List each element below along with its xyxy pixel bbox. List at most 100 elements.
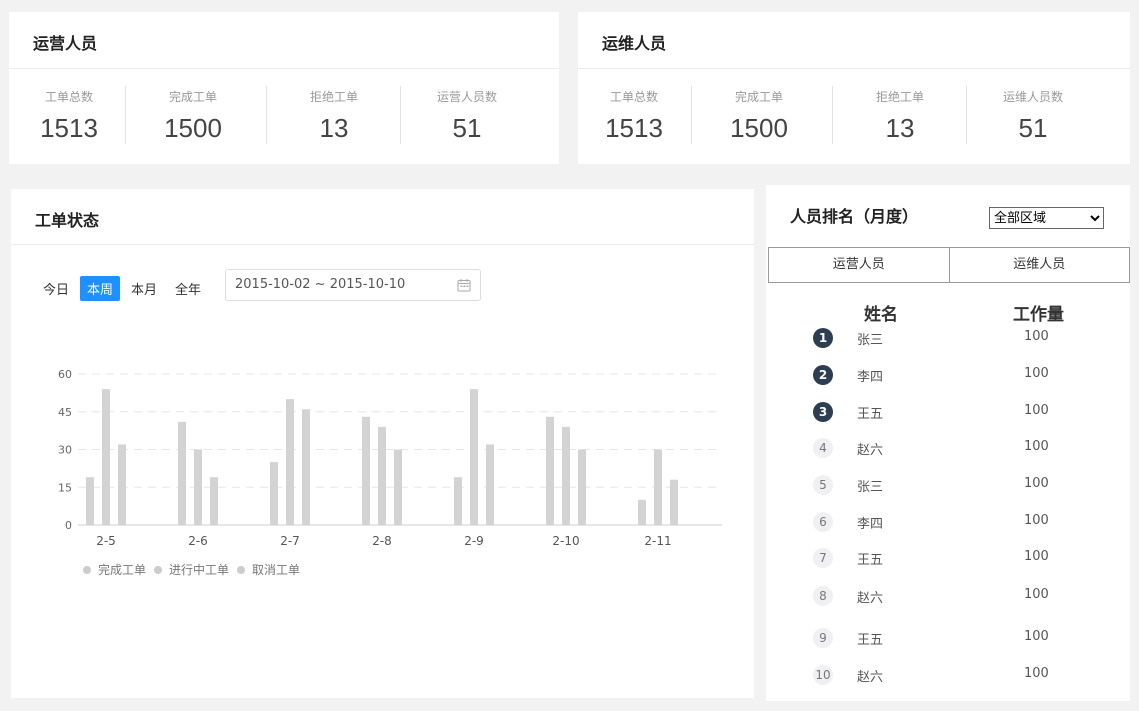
col-header-name: 姓名 <box>864 305 898 325</box>
staff-name: 张三 <box>857 480 884 495</box>
stat-label: 拒绝工单 <box>875 90 924 104</box>
stat-value: 1500 <box>164 113 222 143</box>
calendar-icon <box>457 279 471 292</box>
maint-summary-card: 运维人员 工单总数 1513 完成工单 1500 拒绝工单 13 运维人员数 5… <box>578 12 1130 164</box>
ranking-row: 8 赵六 100 <box>766 584 1138 608</box>
legend-item[interactable]: 取消工单 <box>237 561 300 578</box>
stat-label: 运维人员数 <box>1002 90 1063 104</box>
bar[interactable] <box>270 462 278 525</box>
region-select[interactable]: 全部区域 <box>989 207 1104 229</box>
date-range-picker[interactable]: 2015-10-02 ~ 2015-10-10 <box>225 269 481 301</box>
ranking-row: 3 王五 100 <box>766 400 1138 424</box>
stat-label: 工单总数 <box>44 90 93 104</box>
stat-label: 运营人员数 <box>436 90 497 104</box>
filter-today[interactable]: 今日 <box>36 276 76 301</box>
stat-divider <box>691 86 692 144</box>
legend-dot <box>154 565 163 574</box>
ticket-status-bar-chart: 0 15 30 45 60 2-5 2-6 2-7 2-8 2-9 2-10 2-11 <box>58 368 722 548</box>
tab-maint-staff[interactable]: 运维人员 <box>949 247 1130 283</box>
x-tick-label: 2-5 <box>96 534 116 548</box>
ops-card-divider <box>9 68 559 69</box>
bar[interactable] <box>118 444 126 525</box>
legend-item[interactable]: 进行中工单 <box>154 561 229 578</box>
rank-badge: 10 <box>813 665 833 685</box>
y-tick-label: 15 <box>58 481 72 494</box>
y-tick-label: 30 <box>58 444 72 457</box>
bar[interactable] <box>286 399 294 525</box>
legend-dot <box>83 565 91 574</box>
bar[interactable] <box>486 444 494 525</box>
bar[interactable] <box>86 477 94 525</box>
maint-stat-people: 运维人员数 51 <box>983 82 1083 148</box>
bar[interactable] <box>454 477 462 525</box>
ranking-row: 2 李四 100 <box>766 363 1138 387</box>
ops-stat-total: 工单总数 1513 <box>19 82 119 148</box>
stat-label: 完成工单 <box>734 90 783 104</box>
stat-label: 工单总数 <box>609 90 658 104</box>
bar[interactable] <box>578 449 586 526</box>
staff-name: 王五 <box>857 633 884 648</box>
date-range-value: 2015-10-02 ~ 2015-10-10 <box>235 277 406 292</box>
filter-this-week[interactable]: 本周 <box>80 275 121 301</box>
bar[interactable] <box>194 449 202 526</box>
bar[interactable] <box>670 479 678 525</box>
legend-label: 取消工单 <box>252 563 301 577</box>
bar[interactable] <box>470 389 478 525</box>
ops-card-title: 运营人员 <box>33 34 98 53</box>
ops-stat-rejected: 拒绝工单 13 <box>284 82 384 148</box>
workload-value: 100 <box>1024 439 1049 454</box>
workload-value: 100 <box>1024 666 1049 681</box>
chart-legend: 完成工单 进行中工单 取消工单 <box>83 561 308 578</box>
workload-value: 100 <box>1024 329 1049 344</box>
ranking-row: 1 张三 100 <box>766 326 1138 350</box>
x-tick-label: 2-9 <box>464 534 484 548</box>
ranking-title: 人员排名（月度） <box>790 207 919 226</box>
rank-badge: 4 <box>813 438 833 458</box>
bar[interactable] <box>362 416 370 525</box>
y-tick-label: 60 <box>58 368 72 381</box>
stat-divider <box>832 86 833 144</box>
maint-card-divider <box>578 68 1130 69</box>
bar[interactable] <box>378 426 386 525</box>
ops-stat-people: 运营人员数 51 <box>417 82 517 148</box>
rank-badge: 8 <box>813 586 833 606</box>
bar[interactable] <box>210 477 218 525</box>
staff-name: 王五 <box>857 553 884 568</box>
rank-badge: 3 <box>813 402 833 422</box>
workload-value: 100 <box>1024 549 1049 564</box>
ops-stats: 工单总数 1513 完成工单 1500 拒绝工单 13 运营人员数 51 <box>9 82 559 160</box>
bar[interactable] <box>102 389 110 525</box>
bar[interactable] <box>394 449 402 526</box>
bar[interactable] <box>638 499 646 525</box>
bar[interactable] <box>562 426 570 525</box>
ops-summary-card: 运营人员 工单总数 1513 完成工单 1500 拒绝工单 13 运营人员数 5… <box>9 12 559 164</box>
filter-full-year[interactable]: 全年 <box>168 276 208 301</box>
staff-ranking-card: 人员排名（月度） 全部区域 运营人员 运维人员 姓名 工作量 1 张三 100 … <box>766 185 1130 701</box>
bar[interactable] <box>302 409 310 525</box>
bar[interactable] <box>178 421 186 525</box>
bar[interactable] <box>546 416 554 525</box>
rank-badge: 1 <box>813 328 833 348</box>
ops-stat-completed: 完成工单 1500 <box>143 82 243 148</box>
legend-label: 完成工单 <box>98 563 147 577</box>
ranking-row: 5 张三 100 <box>766 473 1138 497</box>
workload-value: 100 <box>1024 476 1049 491</box>
stat-value: 51 <box>452 113 482 143</box>
filter-this-month[interactable]: 本月 <box>124 276 164 301</box>
maint-card-title: 运维人员 <box>602 34 667 53</box>
ranking-tabs: 运营人员 运维人员 <box>768 247 1130 283</box>
ticket-status-card: 工单状态 今日 本周 本月 全年 2015-10-02 ~ 2015-10-10… <box>11 189 754 698</box>
x-tick-label: 2-8 <box>372 534 392 548</box>
tab-ops-staff[interactable]: 运营人员 <box>768 247 950 283</box>
stat-label: 完成工单 <box>168 90 217 104</box>
ranking-row: 6 李四 100 <box>766 510 1138 534</box>
rank-badge: 6 <box>813 512 833 532</box>
staff-name: 李四 <box>857 370 884 385</box>
stat-value: 51 <box>1018 113 1048 143</box>
workload-value: 100 <box>1024 513 1049 528</box>
legend-label: 进行中工单 <box>169 563 230 577</box>
legend-item[interactable]: 完成工单 <box>83 561 146 578</box>
bar[interactable] <box>654 449 662 526</box>
staff-name: 赵六 <box>857 591 884 606</box>
staff-name: 王五 <box>857 407 884 422</box>
